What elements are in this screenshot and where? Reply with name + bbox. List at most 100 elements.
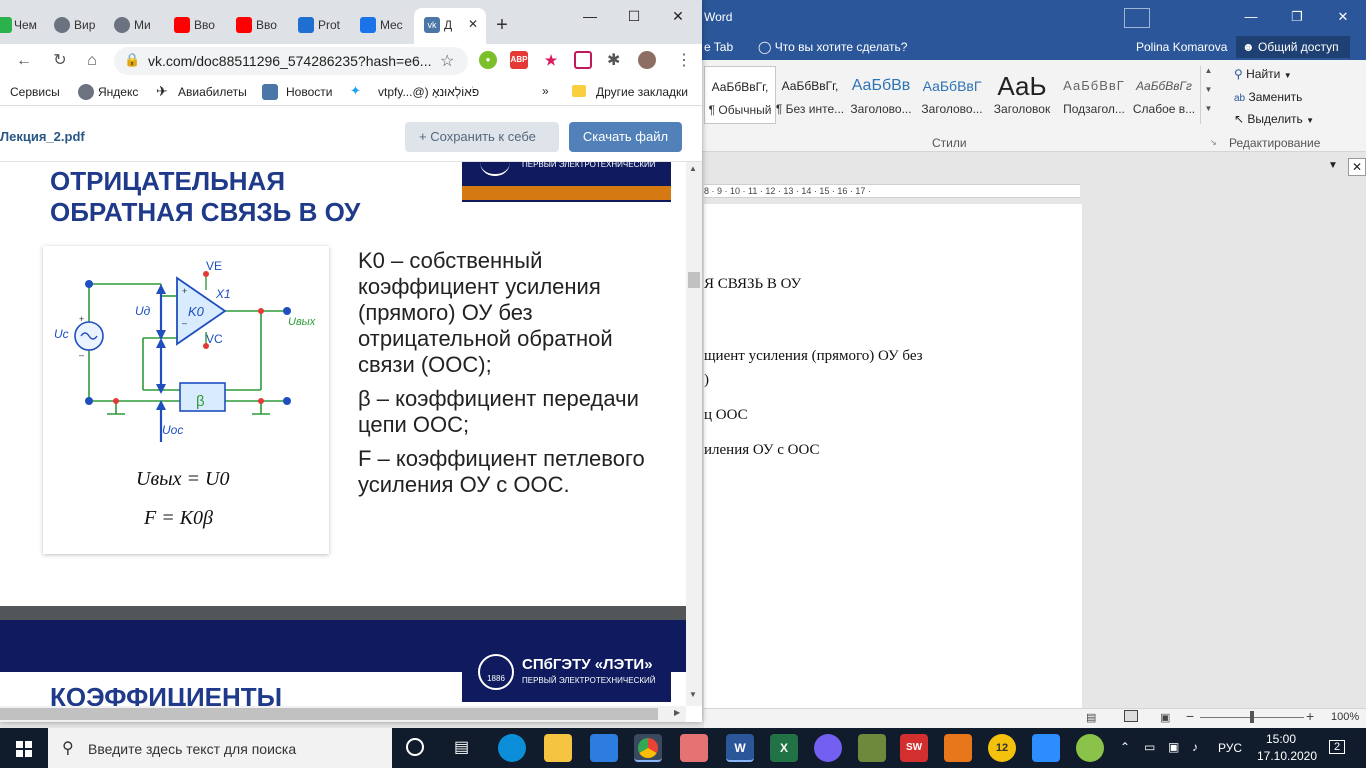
word-ribbon-tab[interactable]: e Tab <box>704 40 733 54</box>
style-no-spacing[interactable]: АаБбВвГг, ¶ Без инте... <box>774 66 846 124</box>
style-title[interactable]: АаЬ Заголовок <box>986 66 1058 124</box>
download-file-button[interactable]: Скачать файл <box>569 122 682 152</box>
browser-tab[interactable]: Вво <box>226 8 286 44</box>
styles-gallery-scroll[interactable]: ▲ ▼ ▼ <box>1200 66 1216 124</box>
browser-tab[interactable]: Mec <box>350 8 410 44</box>
horizontal-scroll-thumb[interactable] <box>0 708 658 720</box>
task-view-icon[interactable]: ▤ <box>454 737 469 757</box>
word-minimize-button[interactable]: — <box>1228 0 1274 34</box>
bookmark-other[interactable]: Другие закладки <box>596 85 688 99</box>
cursor-icon: ↖ <box>1234 112 1245 126</box>
store-icon[interactable] <box>590 734 618 762</box>
zoom-out-icon[interactable]: − <box>1186 708 1194 724</box>
browser-tab[interactable]: Ми <box>104 8 164 44</box>
select-button[interactable]: ↖ Выделить ▼ <box>1234 112 1314 126</box>
word-close-button[interactable]: ✕ <box>1320 0 1366 34</box>
bookmark-item[interactable]: Сервисы <box>10 85 60 99</box>
lock-icon[interactable]: 🔒 <box>124 52 140 68</box>
solidworks-icon[interactable]: SW <box>900 734 928 762</box>
battery-icon[interactable]: ▭ <box>1144 740 1155 754</box>
word-taskbar-icon[interactable]: W <box>726 734 754 762</box>
bookmark-star-icon[interactable]: ☆ <box>440 51 454 71</box>
clock-time[interactable]: 15:00 <box>1256 732 1306 746</box>
vertical-scroll-thumb[interactable] <box>688 272 700 288</box>
word-ruler[interactable]: 8 · 9 · 10 · 11 · 12 · 13 · 14 · 15 · 16… <box>704 184 1080 198</box>
find-button[interactable]: ⚲ Найти ▼ <box>1234 67 1292 81</box>
reload-icon[interactable]: ↻ <box>48 50 72 72</box>
matlab-icon[interactable] <box>944 734 972 762</box>
url-text[interactable]: vk.com/doc88511296_574286235?hash=e6... <box>148 53 431 69</box>
file-explorer-icon[interactable] <box>544 734 572 762</box>
scroll-up-icon[interactable]: ▲ <box>689 164 697 173</box>
save-to-profile-button[interactable]: + Сохранить к себе <box>405 122 559 152</box>
read-mode-icon[interactable]: ▤ <box>1086 711 1096 724</box>
word-user-name[interactable]: Polina Komarova <box>1136 40 1227 54</box>
zoom-in-icon[interactable]: + <box>1306 708 1314 724</box>
back-icon[interactable]: ← <box>12 50 36 72</box>
chrome-close-button[interactable]: ✕ <box>656 0 700 32</box>
menu-dots-icon[interactable]: ⋮ <box>676 50 692 70</box>
search-icon: ⚲ <box>62 740 74 757</box>
doc-line: ) <box>704 372 709 388</box>
vertical-scrollbar[interactable] <box>686 162 702 706</box>
adblock-icon[interactable]: ABP <box>510 51 528 69</box>
word-ribbon-display-icon[interactable] <box>1124 8 1150 28</box>
word-share-button[interactable]: ☻ Общий доступ <box>1236 36 1350 58</box>
word-restore-button[interactable]: ❐ <box>1274 0 1320 34</box>
style-subtitle[interactable]: АаБбВвГ Подзагол... <box>1058 66 1130 124</box>
zoom-app-icon[interactable] <box>1032 734 1060 762</box>
chrome-minimize-button[interactable]: — <box>568 0 612 32</box>
app-icon[interactable] <box>680 734 708 762</box>
chrome-taskbar-icon[interactable] <box>634 734 662 762</box>
dialog-launcher-icon[interactable]: ↘ <box>1210 138 1217 147</box>
style-subtle-emphasis[interactable]: АаБбВвГг Слабое в... <box>1128 66 1200 124</box>
cortana-icon[interactable] <box>406 738 424 756</box>
close-tab-icon[interactable]: ✕ <box>468 17 478 31</box>
home-icon[interactable]: ⌂ <box>80 50 104 72</box>
bookmark-item[interactable]: Авиабилеты <box>178 85 247 99</box>
browser-tab[interactable]: Prot <box>288 8 348 44</box>
start-button[interactable] <box>0 728 48 768</box>
style-heading-2[interactable]: АаБбВвГ Заголово... <box>916 66 988 124</box>
app-12-icon[interactable]: 12 <box>988 734 1016 762</box>
scroll-right-icon[interactable]: ▶ <box>674 708 680 717</box>
network-icon[interactable]: ▣ <box>1168 740 1179 754</box>
viber-icon[interactable] <box>814 734 842 762</box>
bookmark-item[interactable]: Новости <box>286 85 332 99</box>
app-icon[interactable] <box>858 734 886 762</box>
chevron-double-right-icon[interactable]: » <box>542 84 549 98</box>
extension-icon[interactable]: ● <box>479 51 497 69</box>
uc-label: Uc <box>54 327 69 341</box>
chrome-maximize-button[interactable]: ☐ <box>612 0 656 32</box>
bookmark-item[interactable]: vtpfy...@) פֹאוֹלְאוּנאָ <box>378 85 528 99</box>
browser-tab[interactable]: Вво <box>164 8 224 44</box>
document-filename: Лекция_2.pdf <box>0 129 85 144</box>
extensions-puzzle-icon[interactable]: ✱ <box>607 50 620 70</box>
clock-date[interactable]: 17.10.2020 <box>1256 749 1318 763</box>
web-layout-icon[interactable]: ▣ <box>1160 711 1170 724</box>
browser-tab-active[interactable]: vk Д ✕ <box>414 8 486 44</box>
tray-chevron-up-icon[interactable]: ⌃ <box>1120 740 1130 754</box>
new-tab-button[interactable]: + <box>488 12 516 40</box>
bookmark-item[interactable]: Яндекс <box>98 85 138 99</box>
notification-center-icon[interactable]: 2 <box>1326 736 1348 758</box>
language-indicator[interactable]: РУС <box>1218 741 1242 755</box>
word-tell-me-input[interactable]: ◯ Что вы хотите сделать? <box>758 40 907 54</box>
style-normal[interactable]: АаБбВвГг, ¶ Обычный <box>704 66 776 124</box>
close-pane-icon[interactable]: ✕ <box>1348 158 1366 176</box>
zoom-level[interactable]: 100% <box>1331 711 1359 723</box>
paint-icon[interactable] <box>1076 734 1104 762</box>
shield-extension-icon[interactable] <box>574 51 592 69</box>
excel-taskbar-icon[interactable]: X <box>770 734 798 762</box>
browser-tab[interactable]: Вир <box>44 8 104 44</box>
edge-icon[interactable] <box>498 734 526 762</box>
star-extension-icon[interactable]: ★ <box>542 51 560 69</box>
scroll-down-icon[interactable]: ▼ <box>689 690 697 699</box>
zoom-slider-thumb[interactable] <box>1250 711 1254 723</box>
replace-button[interactable]: ab Заменить <box>1234 90 1302 104</box>
volume-icon[interactable]: ♪ <box>1192 740 1198 754</box>
style-heading-1[interactable]: АаБбВв Заголово... <box>845 66 917 124</box>
print-layout-icon[interactable] <box>1124 710 1138 722</box>
collapse-ribbon-icon[interactable]: ▼ <box>1328 160 1338 171</box>
avatar[interactable] <box>638 51 656 69</box>
